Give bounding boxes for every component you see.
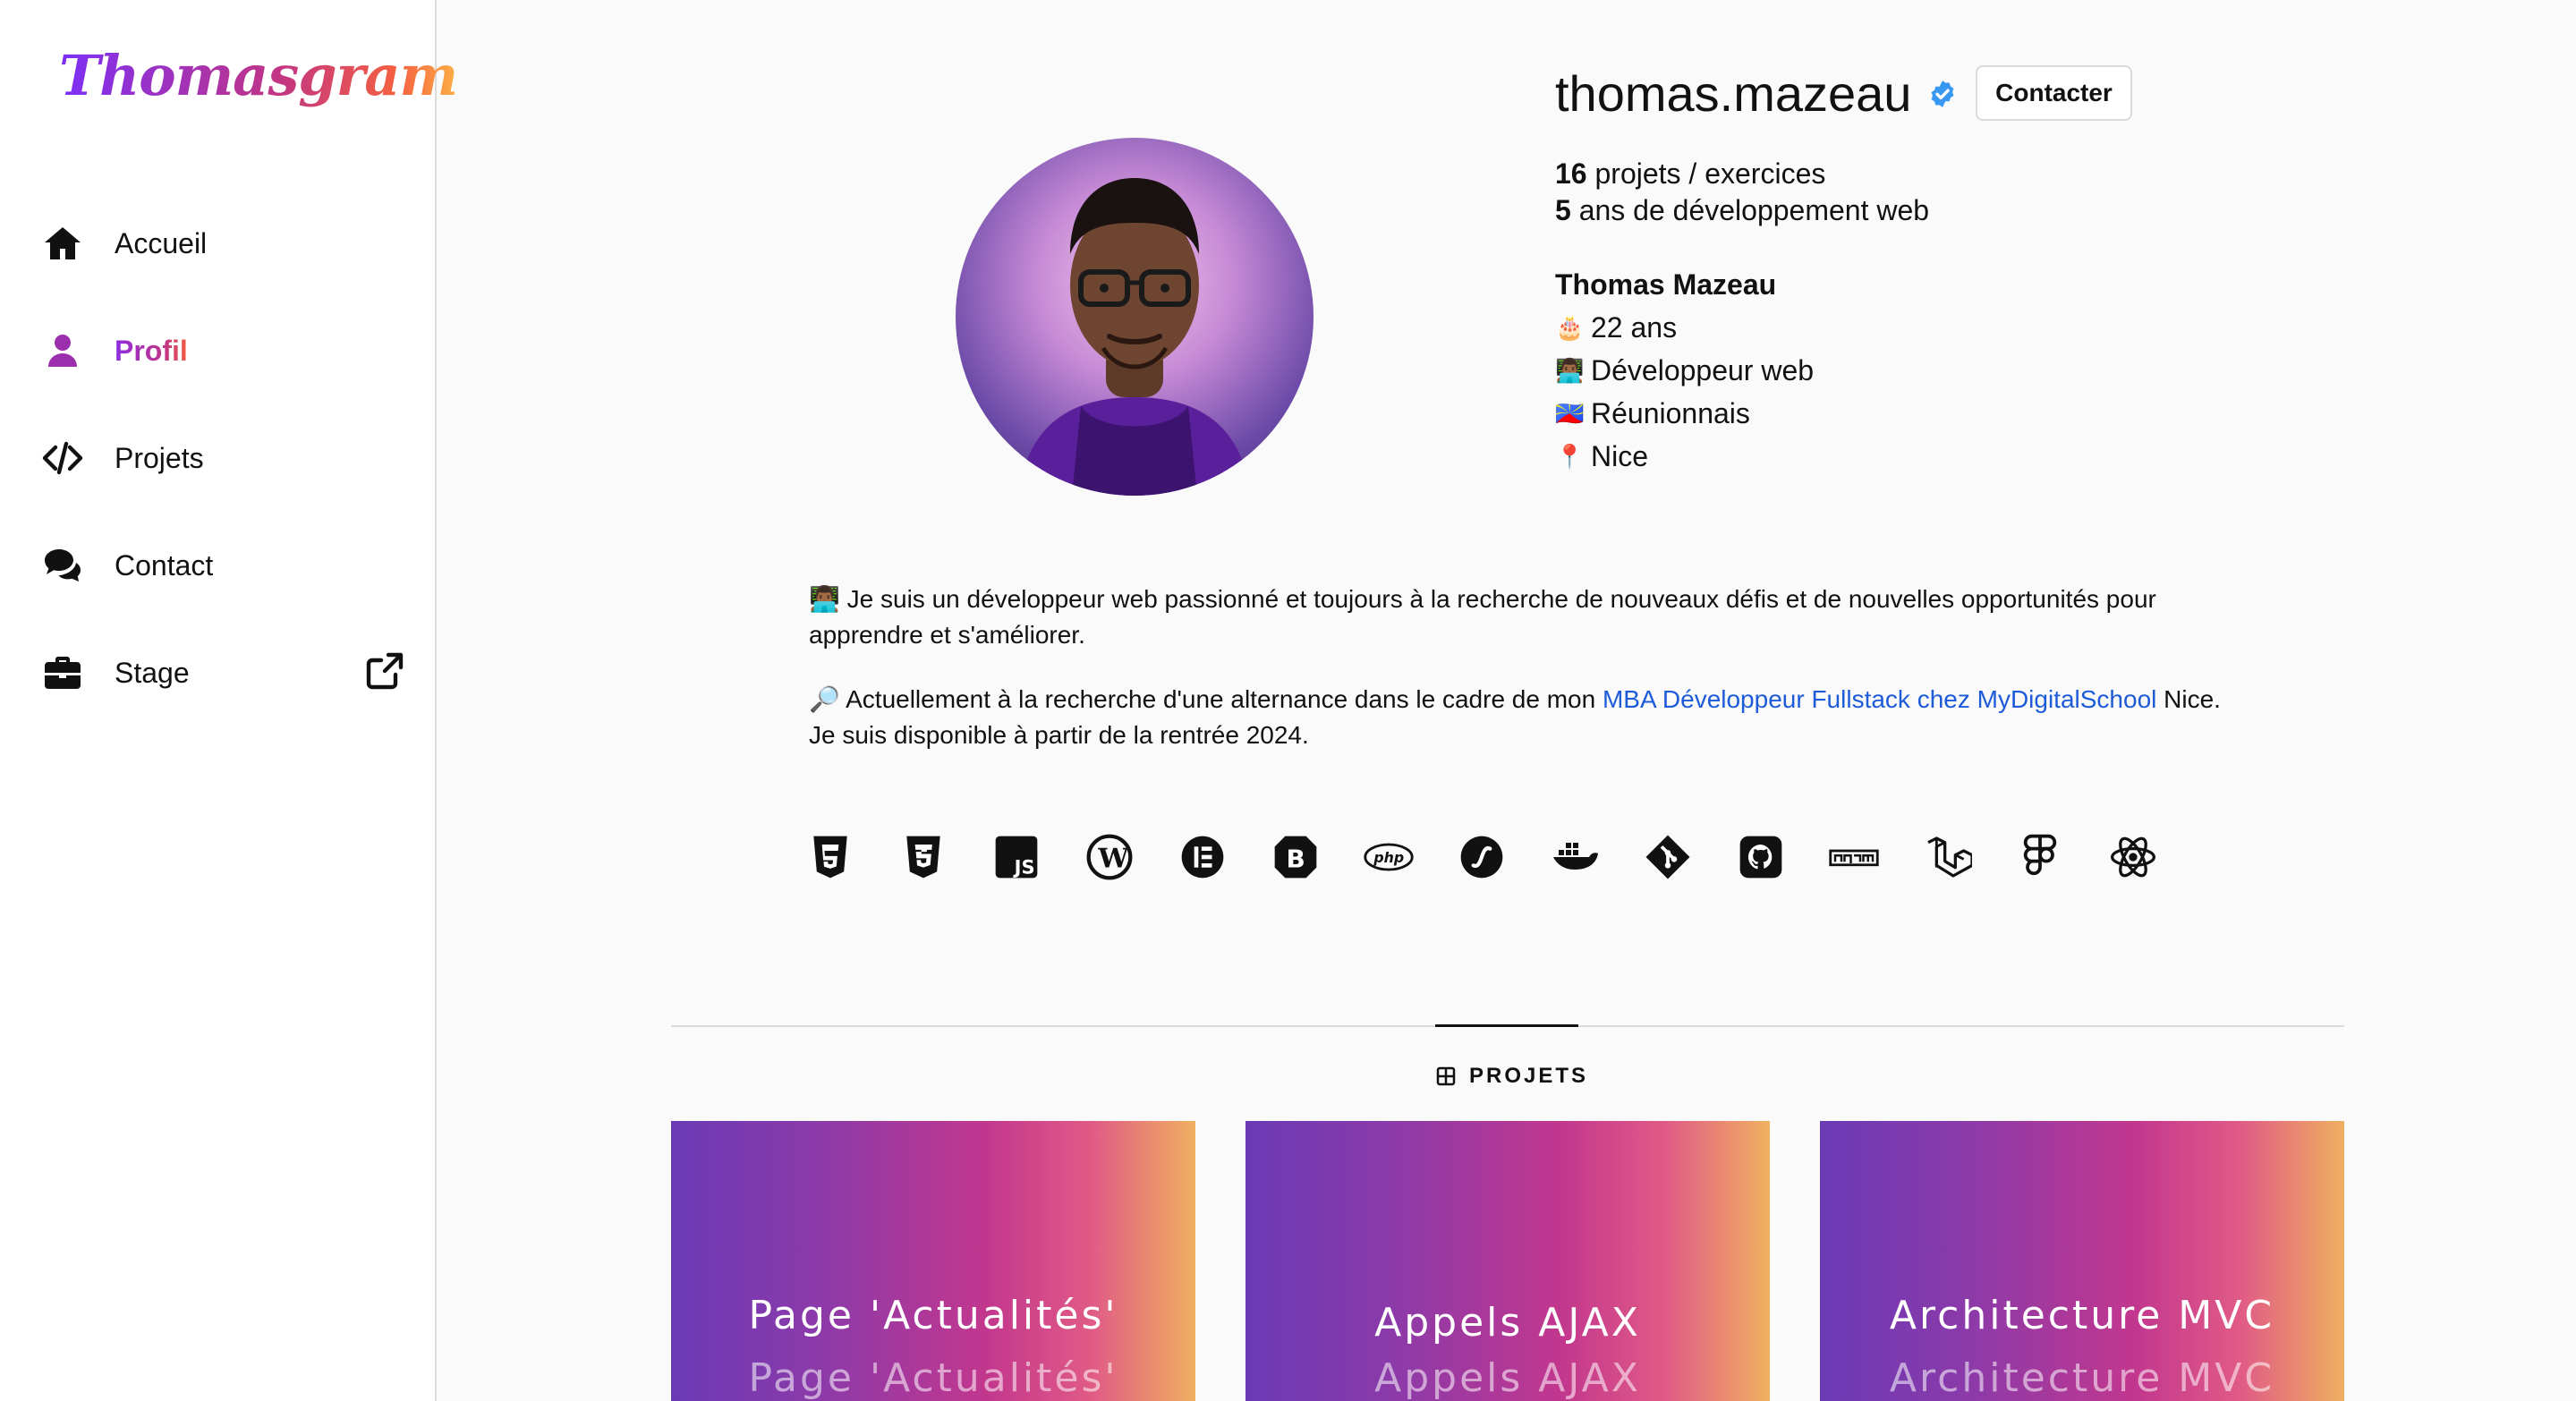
bootstrap-icon: B xyxy=(1269,830,1322,884)
detail-job: 👨🏾‍💻 Développeur web xyxy=(1555,349,1814,392)
app-logo[interactable]: Thomasgram xyxy=(59,43,458,108)
sidebar-item-label: Profil xyxy=(115,334,188,367)
sidebar-item-label: Stage xyxy=(115,656,190,689)
stat-projects: 16 projets / exercices xyxy=(1555,157,1826,190)
project-title-reflection: Architecture MVC xyxy=(1889,1355,2275,1401)
sidebar-item-projets[interactable]: Projets xyxy=(39,427,406,489)
project-title: Page 'Actualités' xyxy=(748,1293,1118,1338)
profile-bio: 👨🏾‍💻 Je suis un développeur web passionn… xyxy=(809,582,2223,782)
profile-username: thomas.mazeau xyxy=(1555,64,1958,123)
figma-icon xyxy=(2013,830,2067,884)
github-icon xyxy=(1734,830,1788,884)
profile-stats: 16 projets / exercices 5 ans de développ… xyxy=(1555,156,1929,229)
username-text: thomas.mazeau xyxy=(1555,65,1912,122)
code-icon xyxy=(39,435,86,481)
npm-icon xyxy=(1827,830,1881,884)
elementor-icon xyxy=(1176,830,1229,884)
developer-icon: 👨🏾‍💻 xyxy=(1555,357,1585,384)
wordpress-icon: W xyxy=(1083,830,1136,884)
contact-button[interactable]: Contacter xyxy=(1976,65,2132,121)
tab-active-indicator xyxy=(1435,1024,1578,1027)
comments-icon xyxy=(39,542,86,589)
sidebar-item-stage[interactable]: Stage xyxy=(39,641,406,704)
profile-avatar xyxy=(956,138,1314,496)
skills-row: JS W B php xyxy=(803,830,2199,884)
js-icon: JS xyxy=(990,830,1043,884)
external-link-icon[interactable] xyxy=(363,650,406,692)
sidebar: Thomasgram Accueil Profil Projets Contac… xyxy=(0,0,458,1401)
grid-icon xyxy=(1436,1066,1456,1086)
git-icon xyxy=(1641,830,1695,884)
tab-projets[interactable]: PROJETS xyxy=(1435,1063,1588,1090)
sidebar-item-label: Contact xyxy=(115,548,214,582)
cake-icon: 🎂 xyxy=(1555,314,1585,341)
sidebar-item-accueil[interactable]: Accueil xyxy=(39,212,406,275)
svg-text:JS: JS xyxy=(1013,857,1035,879)
magnifier-icon: 🔎 xyxy=(809,685,840,713)
reunion-flag-icon: 🇷🇪 xyxy=(1555,400,1585,427)
sidebar-item-profil[interactable]: Profil xyxy=(39,319,406,382)
bio-paragraph-1: 👨🏾‍💻 Je suis un développeur web passionn… xyxy=(809,585,2156,649)
detail-age: 🎂 22 ans xyxy=(1555,306,1814,349)
developer-icon: 👨🏾‍💻 xyxy=(809,585,840,613)
project-title-reflection: Page 'Actualités' xyxy=(748,1355,1118,1401)
svg-text:W: W xyxy=(1097,844,1129,875)
css3-icon xyxy=(897,830,950,884)
docker-icon xyxy=(1548,830,1602,884)
project-card[interactable]: Architecture MVC Architecture MVC xyxy=(1820,1121,2344,1401)
mba-link[interactable]: MBA Développeur Fullstack chez MyDigital… xyxy=(1603,685,2156,713)
home-icon xyxy=(39,220,86,267)
project-title: Architecture MVC xyxy=(1889,1293,2275,1338)
briefcase-icon xyxy=(39,650,86,696)
sidebar-item-label: Accueil xyxy=(115,226,208,259)
detail-origin: 🇷🇪 Réunionnais xyxy=(1555,392,1814,435)
react-icon xyxy=(2106,830,2160,884)
svg-text:php: php xyxy=(1373,849,1404,866)
html5-icon xyxy=(803,830,857,884)
profile-fullname: Thomas Mazeau xyxy=(1555,268,1777,301)
sidebar-item-contact[interactable]: Contact xyxy=(39,534,406,597)
project-title: Appels AJAX xyxy=(1374,1300,1641,1346)
project-title-reflection: Appels AJAX xyxy=(1374,1355,1641,1401)
bio-paragraph-2: 🔎 Actuellement à la recherche d'une alte… xyxy=(809,685,2221,749)
symfony-icon xyxy=(1455,830,1509,884)
project-card[interactable]: Page 'Actualités' Page 'Actualités' xyxy=(671,1121,1195,1401)
avatar-illustration xyxy=(1018,178,1251,496)
php-icon: php xyxy=(1362,830,1416,884)
verified-badge-icon xyxy=(1931,80,1954,107)
laravel-icon xyxy=(1920,830,1974,884)
profile-info: Thomas Mazeau 🎂 22 ans 👨🏾‍💻 Développeur we… xyxy=(1555,263,1814,478)
sidebar-item-label: Projets xyxy=(115,441,204,474)
svg-text:B: B xyxy=(1287,845,1305,874)
detail-location: 📍 Nice xyxy=(1555,435,1814,478)
user-icon xyxy=(39,327,86,374)
project-card[interactable]: Appels AJAX Appels AJAX xyxy=(1245,1121,1770,1401)
stat-years: 5 ans de développement web xyxy=(1555,194,1930,226)
pin-icon: 📍 xyxy=(1555,443,1585,470)
tab-label: PROJETS xyxy=(1469,1064,1589,1088)
